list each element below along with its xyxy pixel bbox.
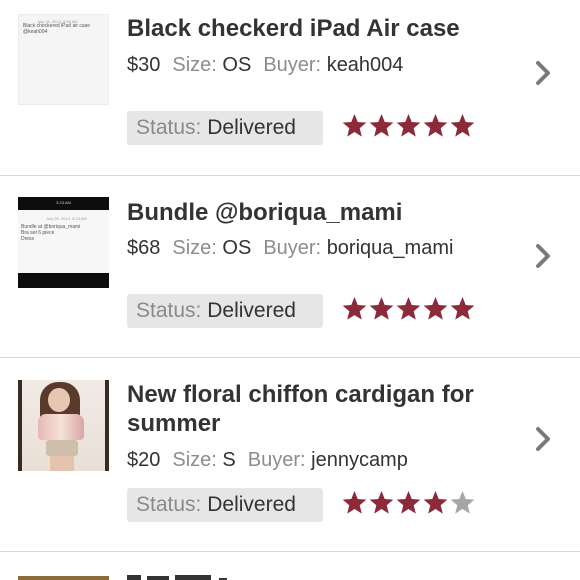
size-value: S	[222, 449, 236, 471]
chevron-right-icon[interactable]	[533, 425, 553, 453]
buyer-name: boriqua_mami	[326, 237, 454, 259]
star-icon	[423, 297, 448, 320]
status-label: Status:	[136, 116, 202, 139]
star-icon	[450, 114, 475, 137]
buyer-name: keah004	[326, 54, 404, 76]
thumbnail-note-text: Bundle at @boriqua_mami Bra set 6 piece …	[21, 224, 81, 242]
star-icon	[369, 491, 394, 514]
buyer-label: Buyer:	[247, 449, 306, 471]
listing-details: $68 Size: OS Buyer: boriqua_mami	[127, 237, 453, 260]
star-icon	[396, 114, 421, 137]
buyer-label: Buyer:	[263, 54, 322, 76]
star-rating	[341, 296, 476, 322]
star-icon	[342, 297, 367, 320]
star-icon	[342, 114, 367, 137]
listing-details: $20 Size: S Buyer: jennycamp	[127, 449, 408, 472]
buyer-name: jennycamp	[311, 449, 408, 471]
size-value: OS	[222, 237, 252, 259]
status-label: Status:	[136, 493, 202, 516]
size-value: OS	[222, 54, 252, 76]
listing-title-partial	[127, 575, 227, 580]
listing-title: Black checkerd iPad Air case	[127, 15, 460, 42]
star-icon	[423, 114, 448, 137]
star-icon	[396, 297, 421, 320]
listing-row[interactable]: 3:23 AM July 25, 2014, 3:23 AM Bundle at…	[0, 176, 580, 357]
star-icon	[396, 491, 421, 514]
price: $68	[127, 237, 161, 259]
star-icon	[369, 114, 394, 137]
buyer-label: Buyer:	[263, 237, 322, 259]
listing-thumbnail	[18, 380, 109, 471]
star-icon	[450, 297, 475, 320]
thumbnail-timestamp: July 25, 2014, 3:23 AM	[46, 216, 87, 221]
thumbnail-clock: 3:23 AM	[56, 200, 71, 205]
star-icon	[369, 297, 394, 320]
listing-title: New floral chiffon cardigan for summer	[127, 381, 474, 437]
chevron-right-icon[interactable]	[533, 59, 553, 87]
listing-row[interactable]: New floral chiffon cardigan for summer $…	[0, 358, 580, 551]
status-badge: Status: Delivered	[127, 488, 323, 522]
chevron-right-icon[interactable]	[533, 242, 553, 270]
status-value: Delivered	[207, 116, 296, 139]
status-value: Delivered	[207, 493, 296, 516]
status-badge: Status: Delivered	[127, 111, 323, 145]
star-icon	[450, 491, 475, 514]
size-label: Size:	[172, 237, 217, 259]
listing-thumbnail: July 25, 2014, 8:58 AM Black checkered i…	[18, 14, 109, 105]
row-divider	[0, 551, 580, 552]
star-icon	[423, 491, 448, 514]
star-rating	[341, 113, 476, 139]
size-label: Size:	[172, 54, 217, 76]
star-rating	[341, 490, 476, 516]
status-value: Delivered	[207, 299, 296, 322]
listing-thumbnail-partial	[18, 576, 109, 580]
thumbnail-note-text: Black checkered iPad air case @keah004	[23, 23, 90, 35]
star-icon	[342, 491, 367, 514]
listing-thumbnail: 3:23 AM July 25, 2014, 3:23 AM Bundle at…	[18, 197, 109, 288]
listing-details: $30 Size: OS Buyer: keah004	[127, 54, 403, 77]
listing-title: Bundle @boriqua_mami	[127, 199, 403, 226]
status-badge: Status: Delivered	[127, 294, 323, 328]
status-label: Status:	[136, 299, 202, 322]
listing-row[interactable]: July 25, 2014, 8:58 AM Black checkered i…	[0, 0, 580, 175]
price: $30	[127, 54, 161, 76]
size-label: Size:	[172, 449, 217, 471]
price: $20	[127, 449, 161, 471]
